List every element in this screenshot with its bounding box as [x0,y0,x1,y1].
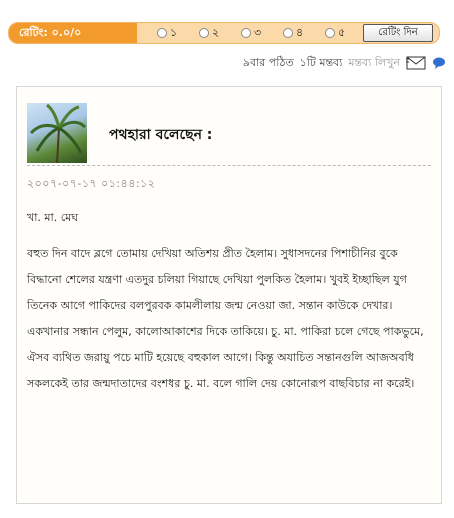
divider [27,165,431,166]
comment-greeting: খা. মা. মেঘ [27,211,79,224]
comment-timestamp: ২০০৭-০৭-১৭ ০১:৪৪:১২ [27,177,156,190]
mail-icon[interactable] [404,56,426,70]
chat-icon[interactable] [432,57,446,69]
radio-circle[interactable] [241,28,251,38]
avatar [27,103,87,163]
rating-option-3[interactable]: ৩ [241,26,277,40]
rating-option-2[interactable]: ২ [199,26,235,40]
radio-circle[interactable] [283,28,293,38]
comment-body: খা. মা. মেঘ বহুত দিন বাদে ব্লগে তোমায় দ… [27,205,432,407]
read-count: ৯বার পঠিত [242,55,294,69]
comment-card: পথহারা বলেছেন : ২০০৭-০৭-১৭ ০১:৪৪:১২ খা. … [16,86,442,504]
radio-circle[interactable] [199,28,209,38]
rating-bar: রেটিং: ০.০/০ ১ ২ ৩ ৪ ৫ রেটিং দিন [8,22,440,44]
rating-option-5[interactable]: ৫ [325,26,361,40]
comment-text: বহুত দিন বাদে ব্লগে তোমায় দেখিয়া অতিশয… [27,247,424,390]
rating-options: ১ ২ ৩ ৪ ৫ [157,26,361,40]
radio-circle[interactable] [325,28,335,38]
rating-option-4[interactable]: ৪ [283,26,319,40]
radio-circle[interactable] [157,28,167,38]
rate-button[interactable]: রেটিং দিন [363,24,433,42]
comment-author: পথহারা বলেছেন : [109,127,213,143]
post-meta: ৯বার পঠিত ১টি মন্তব্য মন্তব্য লিখুন [243,55,446,71]
rating-option-1[interactable]: ১ [157,26,193,40]
write-comment-link[interactable]: মন্তব্য লিখুন [348,54,400,73]
comment-count[interactable]: ১টি মন্তব্য [300,54,343,73]
rating-score: রেটিং: ০.০/০ [9,23,137,43]
